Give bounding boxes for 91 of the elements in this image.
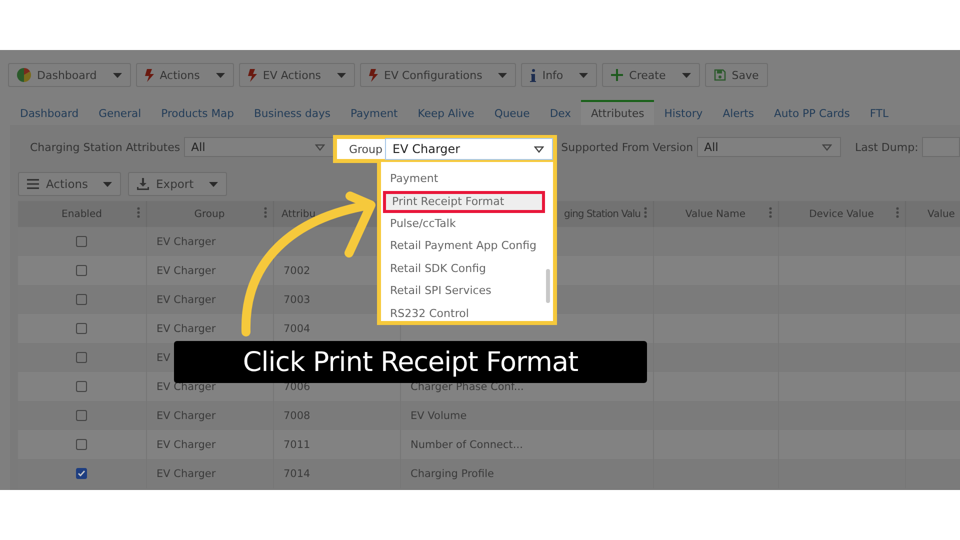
tab[interactable]: Auto PP Cards [764, 100, 860, 125]
menu-icon [27, 179, 39, 189]
dropdown-option[interactable]: Retail Payment App Config [381, 235, 543, 258]
column-menu-icon[interactable] [644, 207, 646, 218]
table-cell: 7011 [284, 438, 310, 450]
pie-chart-icon [17, 68, 31, 82]
table-cell: EV [156, 352, 170, 364]
checkbox[interactable] [76, 439, 88, 450]
column-header: Group [194, 208, 225, 220]
tab[interactable]: General [88, 100, 152, 125]
toolbar-button[interactable]: Create [602, 63, 700, 87]
toolbar-button[interactable]: Info [521, 63, 598, 87]
caret-icon [314, 144, 325, 150]
dropdown-option[interactable]: Payment [381, 168, 543, 191]
lightning-icon [369, 68, 378, 82]
checkbox[interactable] [76, 468, 88, 480]
column-header: Attribu [282, 208, 316, 220]
scrollbar[interactable] [546, 269, 550, 303]
lightning-icon [144, 68, 154, 82]
caret-icon [822, 144, 832, 150]
checkbox[interactable] [76, 410, 88, 422]
tab[interactable]: Dashboard [10, 100, 89, 125]
field-label: Charging Station Attributes [30, 140, 180, 154]
toolbar-button[interactable]: EV Configurations [360, 63, 516, 87]
attributes-dropdown[interactable]: All [184, 137, 334, 157]
column-header: Device Value [809, 208, 874, 220]
table-cell: EV Charger [156, 322, 216, 334]
caret-icon [103, 182, 112, 186]
checkbox[interactable] [76, 294, 88, 306]
plus-icon [611, 69, 624, 81]
tab[interactable]: Products Map [151, 100, 244, 125]
toolbar-button[interactable]: Dashboard [8, 63, 131, 87]
lightning-icon [248, 68, 257, 82]
caret-icon [534, 146, 544, 152]
column-header: Value [928, 208, 955, 220]
grid-menu-button[interactable]: Actions [18, 172, 122, 196]
checkbox[interactable] [76, 265, 88, 276]
dropdown-option[interactable]: Retail SDK Config [381, 258, 543, 280]
tab[interactable]: Alerts [712, 100, 764, 125]
download-icon [137, 178, 150, 190]
table-cell: 7003 [284, 294, 310, 306]
field-label: Last Dump: [855, 140, 918, 154]
group-dropdown[interactable]: EV Charger [384, 138, 553, 160]
save-icon [714, 69, 726, 81]
table-cell: Charging Profile [410, 468, 494, 480]
table-cell: 7002 [284, 264, 310, 276]
tab[interactable]: Attributes [580, 100, 654, 125]
caret-icon [208, 182, 218, 186]
version-dropdown[interactable]: All [697, 137, 842, 157]
checkbox[interactable] [76, 323, 88, 334]
toolbar-button[interactable]: EV Actions [238, 63, 356, 87]
table-cell: EV Charger [156, 236, 216, 248]
dropdown-option[interactable]: Print Receipt Format [383, 190, 545, 213]
column-menu-icon[interactable] [136, 207, 140, 218]
column-header: ging Station Valu [564, 208, 640, 220]
tab[interactable]: FTL [860, 100, 899, 125]
table-cell: EV Charger [156, 468, 216, 480]
checkbox[interactable] [76, 236, 88, 248]
toolbar-button[interactable]: Actions [136, 63, 234, 87]
table-cell: EV Charger [156, 380, 216, 392]
field-label: Group [349, 142, 382, 156]
table-cell: Number of Connect... [410, 438, 523, 450]
tab[interactable]: History [654, 100, 713, 125]
table-cell: EV Volume [410, 410, 467, 422]
table-cell: EV Charger [156, 264, 216, 276]
column-header: Value Name [685, 208, 746, 220]
dropdown-option[interactable]: Retail SPI Services [381, 280, 543, 303]
tab[interactable]: Business days [244, 100, 341, 125]
table-cell: 7004 [284, 322, 310, 334]
checkbox[interactable] [76, 381, 88, 392]
tab[interactable]: Keep Alive [408, 100, 484, 125]
checkbox[interactable] [76, 352, 88, 364]
column-menu-icon[interactable] [896, 207, 898, 218]
column-header: Enabled [62, 208, 102, 220]
toolbar-button[interactable]: Save [704, 63, 768, 87]
info-icon [530, 68, 536, 82]
table-cell: 7008 [284, 410, 310, 422]
tab[interactable]: Payment [340, 100, 408, 125]
dropdown-option[interactable]: RS232 Control [381, 302, 543, 321]
table-cell: EV Charger [156, 438, 216, 450]
grid-menu-button[interactable]: Export [128, 172, 227, 196]
table-cell: EV Charger [156, 410, 216, 422]
dropdown-option[interactable]: Pulse/ccTalk [381, 212, 543, 236]
table-cell: EV Charger [156, 294, 216, 306]
tab[interactable]: Dex [540, 100, 581, 125]
instruction-callout: Click Print Receipt Format [174, 341, 647, 383]
column-menu-icon[interactable] [768, 207, 772, 218]
table-cell: 7014 [284, 468, 310, 480]
column-menu-icon[interactable] [264, 207, 266, 218]
field-label: Supported From Version [561, 140, 694, 154]
tab[interactable]: Queue [484, 100, 540, 125]
